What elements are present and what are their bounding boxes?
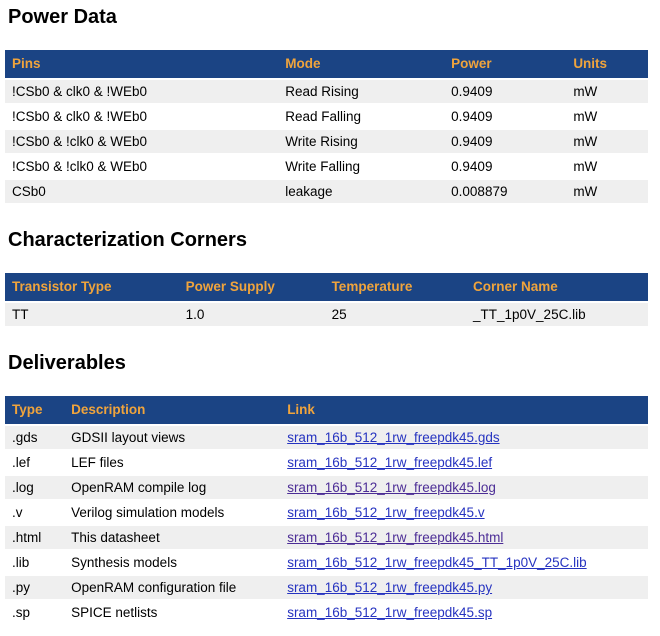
link-cell: sram_16b_512_1rw_freepdk45.sp (280, 601, 648, 624)
table-cell: LEF files (64, 451, 280, 474)
file-link[interactable]: sram_16b_512_1rw_freepdk45.sp (287, 605, 492, 620)
table-row: !CSb0 & clk0 & !WEb0Read Rising0.9409mW (5, 80, 648, 103)
link-cell: sram_16b_512_1rw_freepdk45.log (280, 476, 648, 499)
table-cell: 25 (325, 303, 466, 326)
table-row: !CSb0 & !clk0 & WEb0Write Rising0.9409mW (5, 130, 648, 153)
file-link[interactable]: sram_16b_512_1rw_freepdk45.v (287, 505, 484, 520)
table-cell: mW (566, 180, 648, 203)
table-cell: 0.9409 (444, 155, 566, 178)
table-cell: Synthesis models (64, 551, 280, 574)
table-cell: This datasheet (64, 526, 280, 549)
power-data-table: PinsModePowerUnits !CSb0 & clk0 & !WEb0R… (5, 48, 648, 205)
column-header: Link (280, 396, 648, 424)
table-cell: !CSb0 & clk0 & !WEb0 (5, 80, 278, 103)
table-cell: .log (5, 476, 64, 499)
characterization-corners-table: Transistor TypePower SupplyTemperatureCo… (5, 271, 648, 328)
file-link[interactable]: sram_16b_512_1rw_freepdk45.py (287, 580, 492, 595)
table-cell: OpenRAM compile log (64, 476, 280, 499)
table-row: .pyOpenRAM configuration file sram_16b_51… (5, 576, 648, 599)
table-cell: .lef (5, 451, 64, 474)
link-cell: sram_16b_512_1rw_freepdk45.lef (280, 451, 648, 474)
table-cell: Write Rising (278, 130, 444, 153)
table-row: .logOpenRAM compile log sram_16b_512_1rw_… (5, 476, 648, 499)
table-cell: GDSII layout views (64, 426, 280, 449)
datasheet-page: Power Data PinsModePowerUnits !CSb0 & cl… (0, 0, 660, 636)
table-cell: mW (566, 155, 648, 178)
table-header-row: TypeDescriptionLink (5, 396, 648, 424)
file-link[interactable]: sram_16b_512_1rw_freepdk45.lef (287, 455, 492, 470)
table-row: .lefLEF files sram_16b_512_1rw_freepdk45.… (5, 451, 648, 474)
table-cell: Read Falling (278, 105, 444, 128)
table-cell: SPICE netlists (64, 601, 280, 624)
table-cell: Write Falling (278, 155, 444, 178)
column-header: Power (444, 50, 566, 78)
link-cell: sram_16b_512_1rw_freepdk45_TT_1p0V_25C.l… (280, 551, 648, 574)
table-cell: Read Rising (278, 80, 444, 103)
column-header: Power Supply (179, 273, 325, 301)
file-link[interactable]: sram_16b_512_1rw_freepdk45.html (287, 530, 503, 545)
table-row: !CSb0 & !clk0 & WEb0Write Falling0.9409m… (5, 155, 648, 178)
table-row: .libSynthesis models sram_16b_512_1rw_fre… (5, 551, 648, 574)
table-row: TT1.025_TT_1p0V_25C.lib (5, 303, 648, 326)
table-cell: leakage (278, 180, 444, 203)
section-characterization-corners: Characterization Corners Transistor Type… (5, 228, 648, 328)
column-header: Mode (278, 50, 444, 78)
table-cell: 1.0 (179, 303, 325, 326)
link-cell: sram_16b_512_1rw_freepdk45.gds (280, 426, 648, 449)
table-cell: .v (5, 501, 64, 524)
deliverables-table: TypeDescriptionLink .gdsGDSII layout vie… (5, 394, 648, 626)
table-cell: !CSb0 & !clk0 & WEb0 (5, 130, 278, 153)
file-link[interactable]: sram_16b_512_1rw_freepdk45.gds (287, 430, 499, 445)
table-cell: _TT_1p0V_25C.lib (466, 303, 648, 326)
link-cell: sram_16b_512_1rw_freepdk45.py (280, 576, 648, 599)
link-cell: sram_16b_512_1rw_freepdk45.html (280, 526, 648, 549)
table-cell: 0.9409 (444, 130, 566, 153)
file-link[interactable]: sram_16b_512_1rw_freepdk45_TT_1p0V_25C.l… (287, 555, 586, 570)
table-cell: CSb0 (5, 180, 278, 203)
table-header-row: Transistor TypePower SupplyTemperatureCo… (5, 273, 648, 301)
deliverables-heading: Deliverables (8, 351, 648, 376)
column-header: Pins (5, 50, 278, 78)
table-cell: TT (5, 303, 179, 326)
column-header: Transistor Type (5, 273, 179, 301)
table-header-row: PinsModePowerUnits (5, 50, 648, 78)
table-cell: .gds (5, 426, 64, 449)
power-data-heading: Power Data (8, 5, 648, 30)
table-cell: mW (566, 80, 648, 103)
column-header: Temperature (325, 273, 466, 301)
table-row: .spSPICE netlists sram_16b_512_1rw_freepd… (5, 601, 648, 624)
table-cell: .py (5, 576, 64, 599)
column-header: Corner Name (466, 273, 648, 301)
table-cell: mW (566, 130, 648, 153)
column-header: Units (566, 50, 648, 78)
table-cell: .html (5, 526, 64, 549)
file-link[interactable]: sram_16b_512_1rw_freepdk45.log (287, 480, 496, 495)
characterization-corners-heading: Characterization Corners (8, 228, 648, 253)
table-cell: 0.9409 (444, 80, 566, 103)
table-cell: !CSb0 & clk0 & !WEb0 (5, 105, 278, 128)
table-row: .gdsGDSII layout views sram_16b_512_1rw_f… (5, 426, 648, 449)
table-cell: .sp (5, 601, 64, 624)
table-row: !CSb0 & clk0 & !WEb0Read Falling0.9409mW (5, 105, 648, 128)
table-cell: mW (566, 105, 648, 128)
table-row: .vVerilog simulation models sram_16b_512_… (5, 501, 648, 524)
table-cell: OpenRAM configuration file (64, 576, 280, 599)
table-row: .htmlThis datasheet sram_16b_512_1rw_free… (5, 526, 648, 549)
table-cell: 0.9409 (444, 105, 566, 128)
table-cell: .lib (5, 551, 64, 574)
table-cell: Verilog simulation models (64, 501, 280, 524)
link-cell: sram_16b_512_1rw_freepdk45.v (280, 501, 648, 524)
section-power-data: Power Data PinsModePowerUnits !CSb0 & cl… (5, 5, 648, 205)
table-cell: 0.008879 (444, 180, 566, 203)
section-deliverables: Deliverables TypeDescriptionLink .gdsGDS… (5, 351, 648, 626)
column-header: Description (64, 396, 280, 424)
table-row: CSb0leakage0.008879mW (5, 180, 648, 203)
table-cell: !CSb0 & !clk0 & WEb0 (5, 155, 278, 178)
column-header: Type (5, 396, 64, 424)
